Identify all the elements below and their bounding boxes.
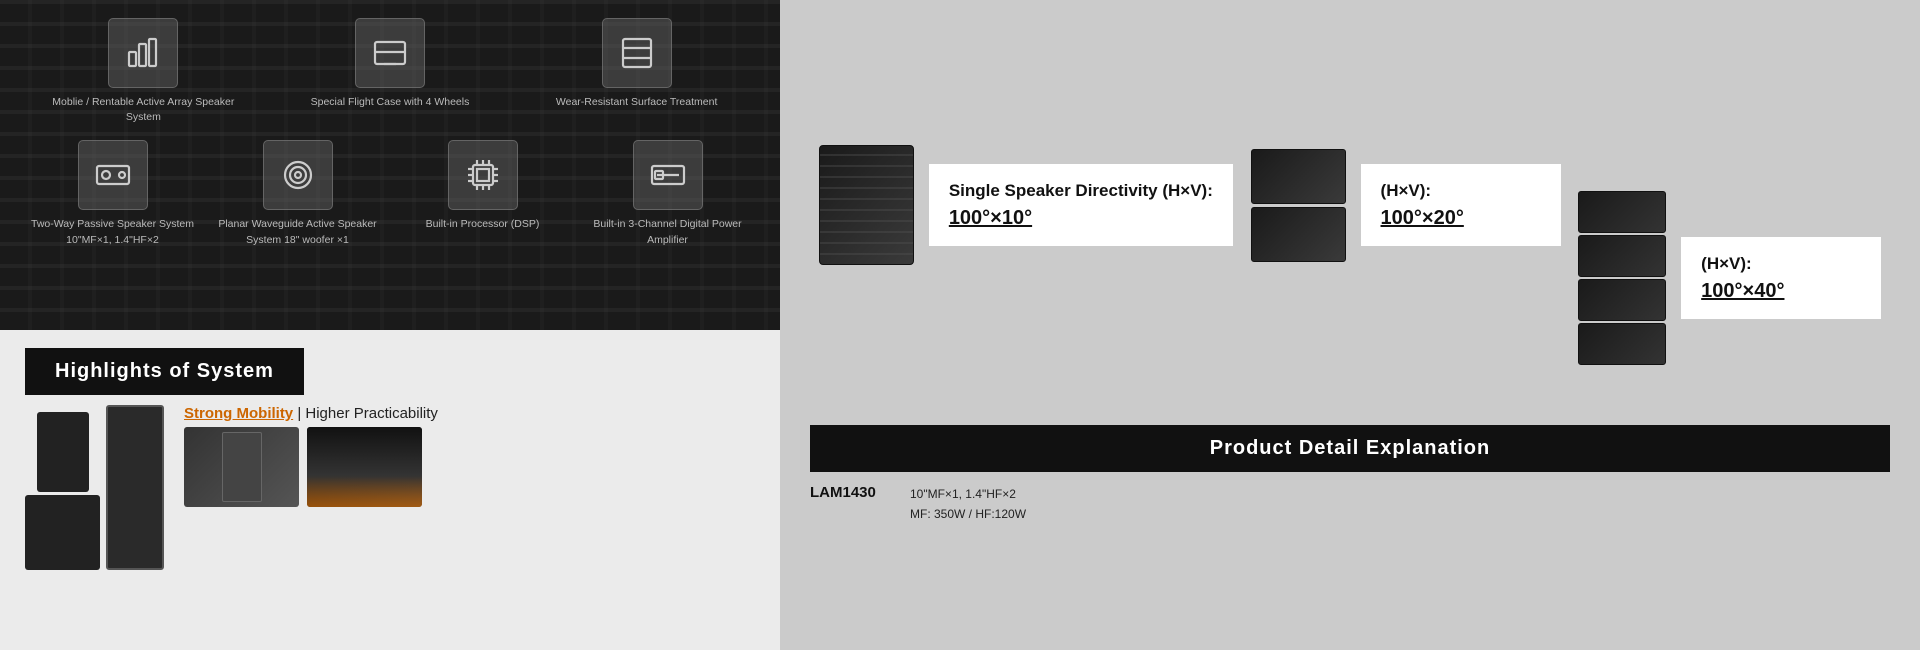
- speaker-images-left: [25, 405, 164, 570]
- quad-directivity-value: 100°×40°: [1701, 280, 1861, 303]
- quad-unit-1: [1578, 191, 1666, 233]
- double-speaker-block: (H×V): 100°×20°: [1251, 149, 1561, 262]
- right-upper-panel: Single Speaker Directivity (H×V): 100°×1…: [780, 0, 1920, 410]
- light-bottom-panel: Highlights of System Strong M: [0, 330, 780, 650]
- speaker-ring-icon-box: [263, 140, 333, 210]
- quad-unit-4: [1578, 323, 1666, 365]
- feature-planar-waveguide: Planar Waveguide Active Speaker System 1…: [205, 140, 390, 247]
- double-directivity-value: 100°×20°: [1381, 207, 1541, 230]
- feature-dsp-label: Built-in Processor (DSP): [426, 217, 540, 232]
- double-speaker-unit-2: [1251, 207, 1346, 262]
- quad-unit-3: [1578, 279, 1666, 321]
- sp-unit-sub: [25, 495, 100, 570]
- speaker-circle-icon: [94, 156, 132, 194]
- feature-special-flight-case: Special Flight Case with 4 Wheels: [297, 18, 482, 110]
- feature-amplifier-label: Built-in 3-Channel Digital Power Amplifi…: [575, 217, 760, 247]
- single-speaker-image: [819, 145, 914, 265]
- monitor-case-icon-box: [355, 18, 425, 88]
- feature-mobile-rentable: Moblie / Rentable Active Array Speaker S…: [51, 18, 236, 125]
- square-surface-icon: [618, 34, 656, 72]
- highlights-title-wrapper: Highlights of System: [25, 348, 755, 395]
- feature-two-way: Two-Way Passive Speaker System 10"MF×1, …: [20, 140, 205, 247]
- speaker-case-image: [106, 405, 164, 570]
- quad-directivity-card: (H×V): 100°×40°: [1681, 237, 1881, 318]
- bars-chart-icon-box: [108, 18, 178, 88]
- icon-row-2: Two-Way Passive Speaker System 10"MF×1, …: [0, 135, 780, 257]
- amplifier-bar-icon-box: [633, 140, 703, 210]
- mobility-rest-text: | Higher Practicability: [293, 405, 438, 422]
- mini-stage-inner: [307, 427, 422, 507]
- left-section: Moblie / Rentable Active Array Speaker S…: [0, 0, 780, 650]
- single-speaker-image-wrap: [819, 145, 914, 265]
- single-directivity-title: Single Speaker Directivity (H×V):: [949, 180, 1213, 202]
- mini-thumbnails-row: [184, 427, 755, 507]
- highlights-body: Strong Mobility | Higher Practicability: [25, 405, 755, 570]
- quad-directivity-title: (H×V):: [1701, 253, 1861, 275]
- speaker-ring-icon: [279, 156, 317, 194]
- single-directivity-value: 100°×10°: [949, 207, 1213, 230]
- product-detail-title: Product Detail Explanation: [810, 425, 1890, 472]
- mini-sp-inner: [222, 432, 262, 502]
- feature-flight-case-label: Special Flight Case with 4 Wheels: [311, 95, 470, 110]
- double-directivity-card: (H×V): 100°×20°: [1361, 164, 1561, 245]
- double-speaker-image-wrap: [1251, 149, 1346, 262]
- feature-mobile-label: Moblie / Rentable Active Array Speaker S…: [51, 95, 236, 125]
- speaker-grill: [820, 146, 913, 264]
- quad-speaker-stack: [1578, 191, 1666, 365]
- highlights-right-content: Strong Mobility | Higher Practicability: [184, 405, 755, 507]
- processor-chip-icon-box: [448, 140, 518, 210]
- square-surface-icon-box: [602, 18, 672, 88]
- single-directivity-card: Single Speaker Directivity (H×V): 100°×1…: [929, 164, 1233, 245]
- single-speaker-block: Single Speaker Directivity (H×V): 100°×1…: [819, 145, 1233, 265]
- speaker-circle-icon-box: [78, 140, 148, 210]
- quad-unit-2: [1578, 235, 1666, 277]
- double-speaker-unit-1: [1251, 149, 1346, 204]
- processor-chip-icon: [464, 156, 502, 194]
- feature-dsp: Built-in Processor (DSP): [390, 140, 575, 232]
- page-wrapper: Moblie / Rentable Active Array Speaker S…: [0, 0, 1920, 650]
- monitor-case-icon: [371, 34, 409, 72]
- icon-row-1: Moblie / Rentable Active Array Speaker S…: [0, 0, 780, 135]
- highlights-section: Highlights of System Strong M: [0, 330, 780, 580]
- mini-thumb-2: [307, 427, 422, 507]
- product-model-name: LAM1430: [810, 484, 890, 501]
- right-lower-panel: Product Detail Explanation LAM1430 10"MF…: [780, 410, 1920, 650]
- feature-amplifier: Built-in 3-Channel Digital Power Amplifi…: [575, 140, 760, 247]
- product-spec-text: 10"MF×1, 1.4"HF×2 MF: 350W / HF:120W: [910, 484, 1026, 525]
- speaker-tall-image: [25, 412, 100, 570]
- quad-speaker-block: (H×V): 100°×40°: [1578, 191, 1881, 365]
- right-section: Single Speaker Directivity (H×V): 100°×1…: [780, 0, 1920, 650]
- mini-thumb-1: [184, 427, 299, 507]
- spec-line-1: 10"MF×1, 1.4"HF×2: [910, 484, 1026, 504]
- highlights-title: Highlights of System: [25, 348, 304, 395]
- feature-planar-label: Planar Waveguide Active Speaker System 1…: [205, 217, 390, 247]
- double-directivity-title: (H×V):: [1381, 180, 1541, 202]
- bars-chart-icon: [124, 34, 162, 72]
- dark-top-panel: Moblie / Rentable Active Array Speaker S…: [0, 0, 780, 330]
- feature-wear-resistant: Wear-Resistant Surface Treatment: [544, 18, 729, 110]
- product-detail-content: LAM1430 10"MF×1, 1.4"HF×2 MF: 350W / HF:…: [810, 484, 1890, 525]
- feature-two-way-label: Two-Way Passive Speaker System 10"MF×1, …: [20, 217, 205, 247]
- feature-wear-resistant-label: Wear-Resistant Surface Treatment: [556, 95, 717, 110]
- spec-line-2: MF: 350W / HF:120W: [910, 504, 1026, 524]
- single-directivity-title-text: Single Speaker Directivity (H×V):: [949, 181, 1213, 200]
- sp-unit-top: [37, 412, 89, 492]
- amplifier-bar-icon: [649, 156, 687, 194]
- mobility-orange-text[interactable]: Strong Mobility: [184, 405, 293, 422]
- quad-speaker-row: (H×V): 100°×40°: [1578, 191, 1881, 365]
- mobility-text: Strong Mobility | Higher Practicability: [184, 405, 755, 422]
